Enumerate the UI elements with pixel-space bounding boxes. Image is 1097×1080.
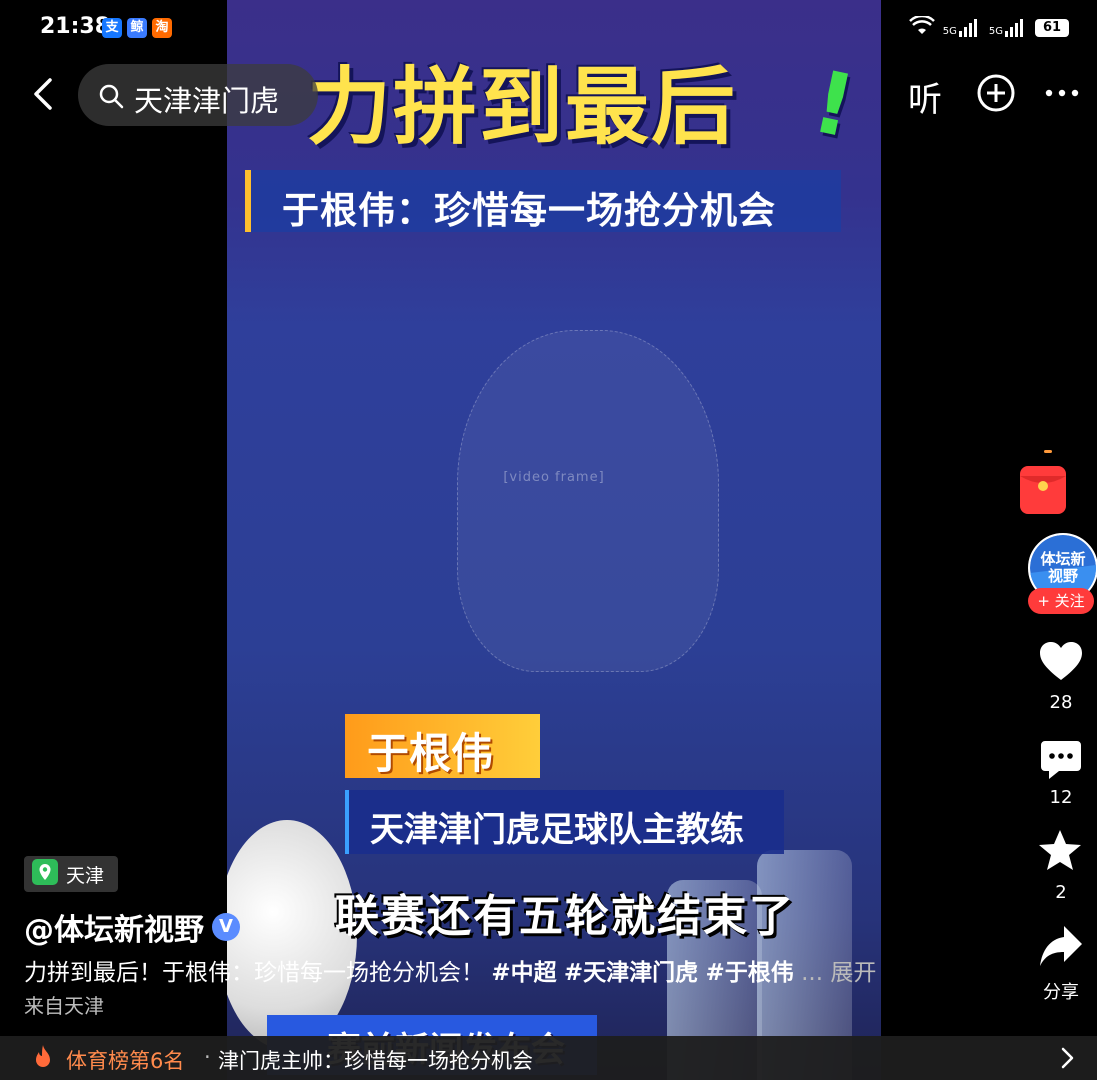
rank-separator: ·: [204, 1045, 211, 1069]
comment-button[interactable]: [1039, 739, 1083, 785]
video-subtitle: 于根伟：珍惜每一场抢分机会: [282, 189, 776, 232]
mini-app-icon: 鲸: [127, 18, 147, 38]
author-name: @体坛新视野: [24, 913, 204, 948]
search-icon: [98, 83, 124, 113]
hashtag-link[interactable]: #中超: [491, 960, 556, 986]
author-name-row[interactable]: @体坛新视野 V: [24, 905, 240, 949]
post-source: 来自天津: [24, 994, 104, 1018]
video-player[interactable]: [video frame] 力拼到最后 ! 于根伟：珍惜每一场抢分机会 于根伟 …: [227, 0, 881, 1080]
follow-button[interactable]: + 关注: [1028, 588, 1094, 614]
search-query: 天津津门虎: [134, 84, 280, 118]
chevron-right-icon: [1059, 1046, 1075, 1074]
name-tag: 于根伟: [367, 729, 494, 778]
taobao-icon: 淘: [152, 18, 172, 38]
hashtag-link[interactable]: #天津津门虎: [564, 960, 698, 986]
expand-link[interactable]: ... 展开: [801, 960, 876, 986]
more-button[interactable]: [1044, 78, 1080, 112]
ellipsis-icon: [1045, 89, 1079, 97]
back-button[interactable]: [24, 74, 64, 114]
red-packet-button[interactable]: [1020, 450, 1066, 514]
comment-icon: [1041, 741, 1081, 779]
favorite-button[interactable]: [1037, 828, 1083, 876]
like-button[interactable]: [1038, 640, 1084, 686]
trending-rank-bar[interactable]: 体育榜第6名 · 津门虎主帅：珍惜每一场抢分机会: [0, 1036, 1097, 1080]
search-bar[interactable]: 天津津门虎: [78, 64, 318, 126]
video-caption: 联赛还有五轮就结束了: [335, 891, 795, 942]
like-count: 28: [1049, 692, 1073, 713]
location-label: 天津: [66, 864, 105, 887]
favorite-count: 2: [1055, 882, 1067, 903]
speaker-image-placeholder: [457, 330, 719, 672]
share-label: 分享: [1043, 982, 1079, 1003]
description-text: 力拼到最后！于根伟：珍惜每一场抢分机会！: [24, 960, 484, 986]
hashtag-link[interactable]: #于根伟: [706, 960, 794, 986]
network-label: 5G: [988, 26, 1003, 37]
post-description[interactable]: 力拼到最后！于根伟：珍惜每一场抢分机会！ #中超 #天津津门虎 #于根伟 ...…: [24, 953, 876, 987]
status-indicators: 5G 5G 61: [908, 14, 1069, 40]
plus-circle-icon: [977, 74, 1015, 112]
alipay-icon: 支: [102, 18, 122, 38]
rank-label: 体育榜第6名: [66, 1049, 185, 1073]
signal-icon: 5G: [943, 19, 981, 37]
chevron-left-icon: [34, 78, 52, 110]
heart-icon: [1040, 642, 1082, 680]
avatar-text: 体坛新视野: [1040, 550, 1086, 585]
location-pin-icon: [32, 858, 58, 890]
fire-icon: [32, 1044, 54, 1074]
battery-icon: 61: [1035, 19, 1069, 37]
share-arrow-icon: [1040, 926, 1082, 966]
status-time: 21:38: [40, 14, 111, 39]
location-tag[interactable]: 天津: [24, 856, 119, 892]
add-button[interactable]: [976, 73, 1016, 117]
star-icon: [1039, 830, 1081, 870]
verified-badge: V: [212, 913, 240, 941]
wifi-icon: [908, 14, 935, 40]
share-button[interactable]: [1038, 924, 1084, 972]
network-label: 5G: [942, 26, 957, 37]
video-headline-bang: !: [804, 52, 864, 158]
comment-count: 12: [1049, 787, 1073, 808]
video-frame-placeholder: [video frame]: [503, 470, 605, 485]
red-packet-icon: [1020, 450, 1066, 514]
signal-icon: 5G: [989, 19, 1027, 37]
role-tag: 天津津门虎足球队主教练: [370, 810, 744, 850]
rank-title: 津门虎主帅：珍惜每一场抢分机会: [218, 1049, 533, 1073]
listen-button[interactable]: 听: [908, 72, 942, 121]
video-headline: 力拼到最后: [307, 58, 738, 156]
